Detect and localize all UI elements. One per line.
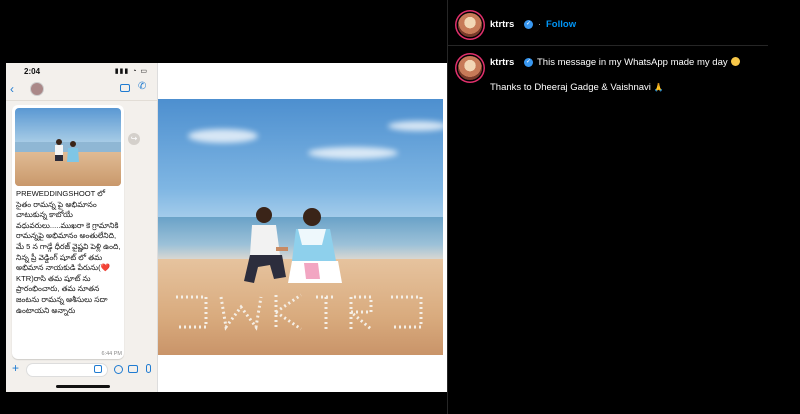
- message-time: 6:44 PM: [101, 351, 122, 357]
- home-indicator: [56, 385, 110, 388]
- post-image[interactable]: 2:04 ▮▮▮ ◔ ▭ ‹ ✆ PREWEDDINGSHOOT లో సైతం…: [6, 63, 447, 392]
- caption-username[interactable]: ktrtrs: [490, 57, 514, 68]
- caption-line-2: Thanks to Dheeraj Gadge & Vaishnavi 🙏: [490, 82, 664, 93]
- folded-hands-emoji-icon: 🙏: [653, 83, 664, 92]
- author-username[interactable]: ktrtrs: [490, 19, 514, 30]
- caption-verified-badge-icon: ✓: [524, 58, 533, 67]
- camera-icon: [128, 365, 138, 373]
- contact-avatar: [30, 82, 44, 96]
- caption-line-1-text: This message in my WhatsApp made my day: [537, 57, 728, 68]
- caption-author-avatar[interactable]: [458, 56, 482, 80]
- status-bar: 2:04 ▮▮▮ ◔ ▭: [6, 63, 158, 79]
- status-time: 2:04: [24, 67, 41, 76]
- video-call-icon: [120, 84, 130, 92]
- chat-header: ‹ ✆: [6, 79, 158, 101]
- signal-battery-icon: ▮▮▮ ◔ ▭: [114, 68, 148, 75]
- follow-button[interactable]: Follow: [546, 19, 576, 30]
- whatsapp-screenshot: 2:04 ▮▮▮ ◔ ▭ ‹ ✆ PREWEDDINGSHOOT లో సైతం…: [6, 63, 158, 392]
- sticker-icon: [94, 365, 102, 373]
- message-bubble: PREWEDDINGSHOOT లో సైతం రామన్న పై అభిమాన…: [12, 105, 124, 359]
- microphone-icon: [146, 364, 151, 373]
- post-media-area: 2:04 ▮▮▮ ◔ ▭ ‹ ✆ PREWEDDINGSHOOT లో సైతం…: [0, 0, 447, 414]
- back-chevron-icon: ‹: [10, 82, 14, 96]
- author-avatar[interactable]: [458, 13, 482, 37]
- plus-icon: +: [12, 361, 20, 375]
- separator-dot: ·: [538, 19, 541, 29]
- message-input-bar: +: [6, 359, 158, 383]
- smile-emoji-icon: [730, 57, 740, 66]
- verified-badge-icon: ✓: [524, 20, 533, 29]
- beach-photo: [158, 99, 443, 355]
- couple-thumbnail-figure: [55, 139, 79, 162]
- post-header: ktrtrs ✓ · Follow: [448, 0, 768, 46]
- caption-line-1: This message in my WhatsApp made my day: [537, 57, 740, 68]
- payment-icon: [114, 365, 123, 374]
- shell-written-letters: [176, 293, 423, 331]
- forward-icon: ↪: [128, 133, 140, 145]
- message-photo-thumbnail: [15, 108, 121, 186]
- bride-figure: [288, 208, 342, 283]
- message-text: PREWEDDINGSHOOT లో సైతం రామన్న పై అభిమాన…: [16, 189, 121, 315]
- phone-call-icon: ✆: [138, 81, 147, 92]
- post-sidebar: ktrtrs ✓ · Follow ktrtrs ✓ This message …: [447, 0, 800, 414]
- caption-line-2-text: Thanks to Dheeraj Gadge & Vaishnavi: [490, 82, 651, 93]
